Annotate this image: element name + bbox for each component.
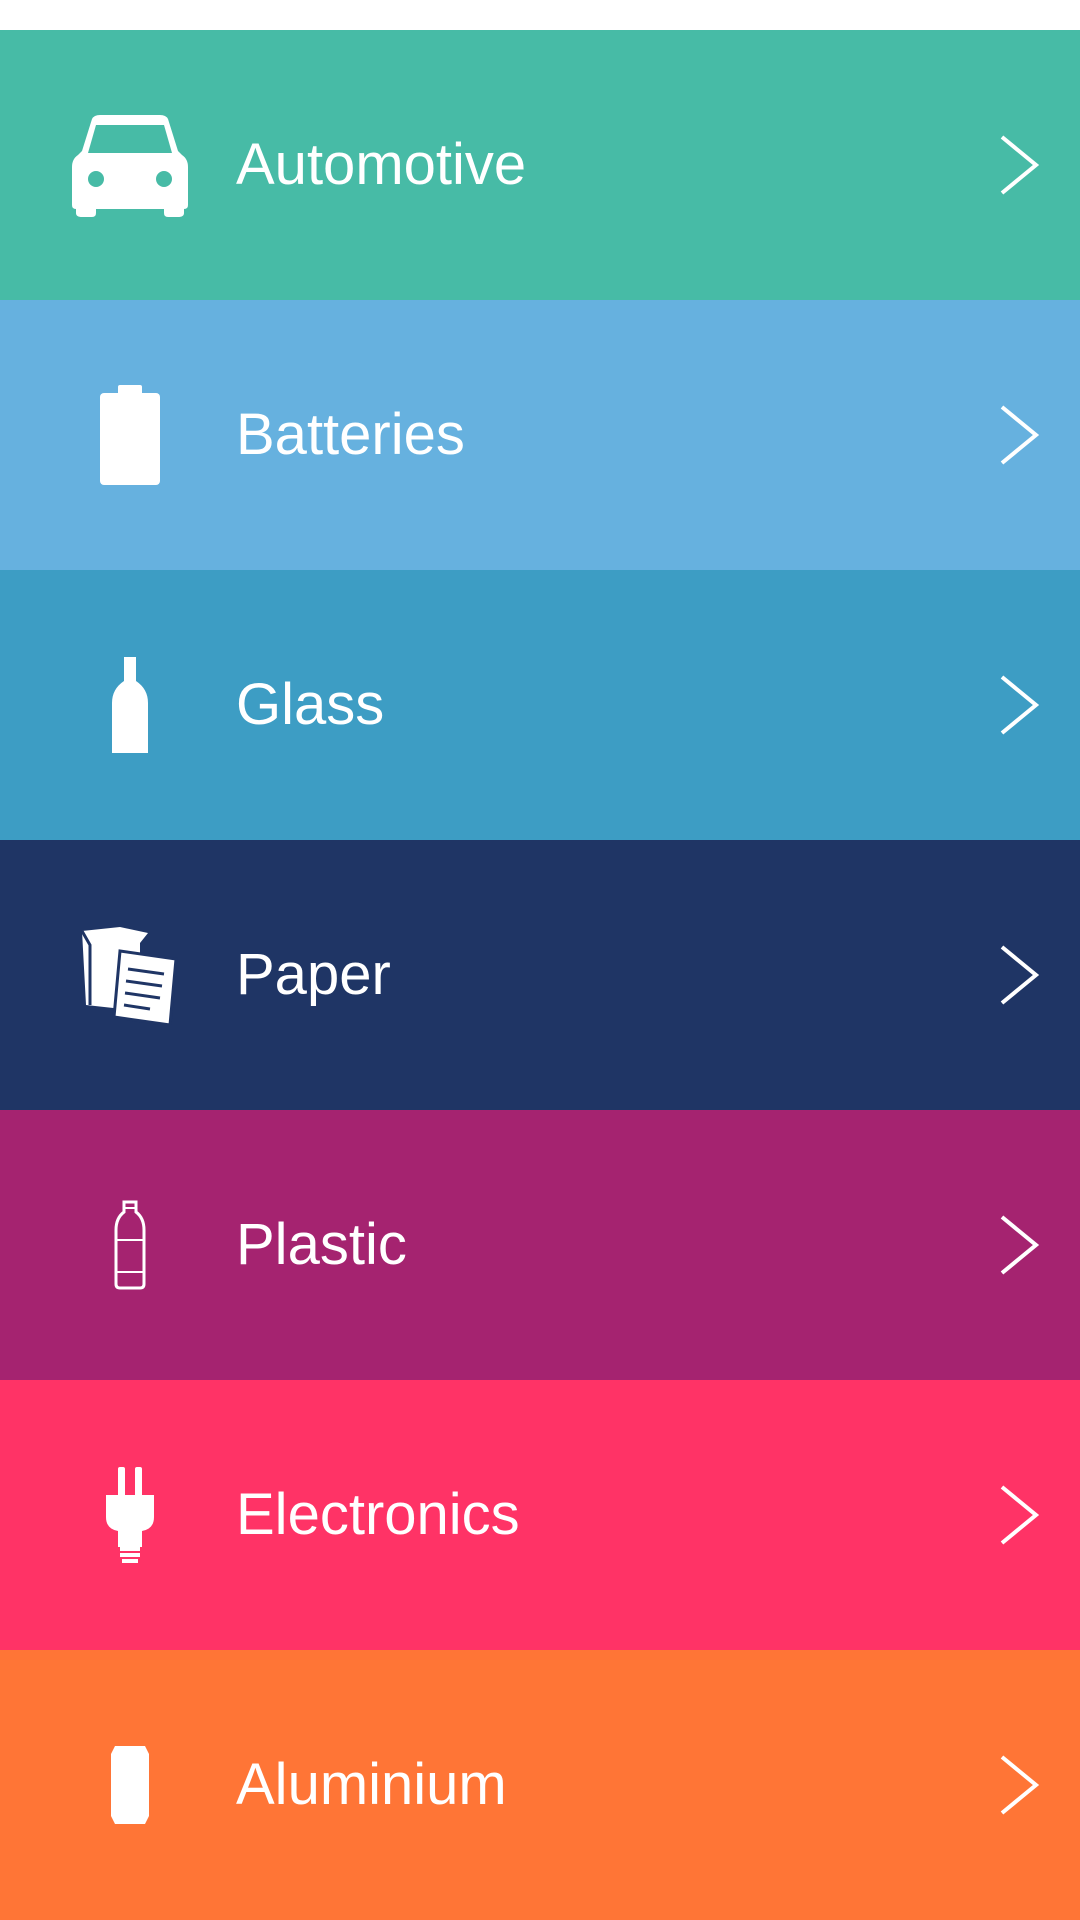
category-label-batteries: Batteries	[236, 402, 465, 467]
category-row-electronics[interactable]: Electronics	[0, 1380, 1080, 1650]
chevron-right-icon	[996, 1213, 1042, 1277]
category-label-paper: Paper	[236, 942, 391, 1007]
category-row-paper[interactable]: Paper	[0, 840, 1080, 1110]
category-list: Automotive Batteries Glass Paper Plastic…	[0, 30, 1080, 1920]
category-row-glass[interactable]: Glass	[0, 570, 1080, 840]
paper-icon	[60, 915, 200, 1035]
category-row-plastic[interactable]: Plastic	[0, 1110, 1080, 1380]
chevron-right-icon	[996, 673, 1042, 737]
can-icon	[60, 1725, 200, 1845]
screen: Automotive Batteries Glass Paper Plastic…	[0, 0, 1080, 1920]
top-strip	[0, 0, 1080, 30]
category-row-batteries[interactable]: Batteries	[0, 300, 1080, 570]
category-row-automotive[interactable]: Automotive	[0, 30, 1080, 300]
category-label-plastic: Plastic	[236, 1212, 407, 1277]
category-label-electronics: Electronics	[236, 1482, 520, 1547]
car-icon	[60, 105, 200, 225]
plastic-bottle-icon	[60, 1185, 200, 1305]
category-label-aluminium: Aluminium	[236, 1752, 507, 1817]
chevron-right-icon	[996, 403, 1042, 467]
chevron-right-icon	[996, 133, 1042, 197]
chevron-right-icon	[996, 1753, 1042, 1817]
chevron-right-icon	[996, 1483, 1042, 1547]
category-label-automotive: Automotive	[236, 132, 527, 197]
bottle-icon	[60, 645, 200, 765]
battery-icon	[60, 375, 200, 495]
category-label-glass: Glass	[236, 672, 385, 737]
category-row-aluminium[interactable]: Aluminium	[0, 1650, 1080, 1920]
chevron-right-icon	[996, 943, 1042, 1007]
plug-icon	[60, 1455, 200, 1575]
